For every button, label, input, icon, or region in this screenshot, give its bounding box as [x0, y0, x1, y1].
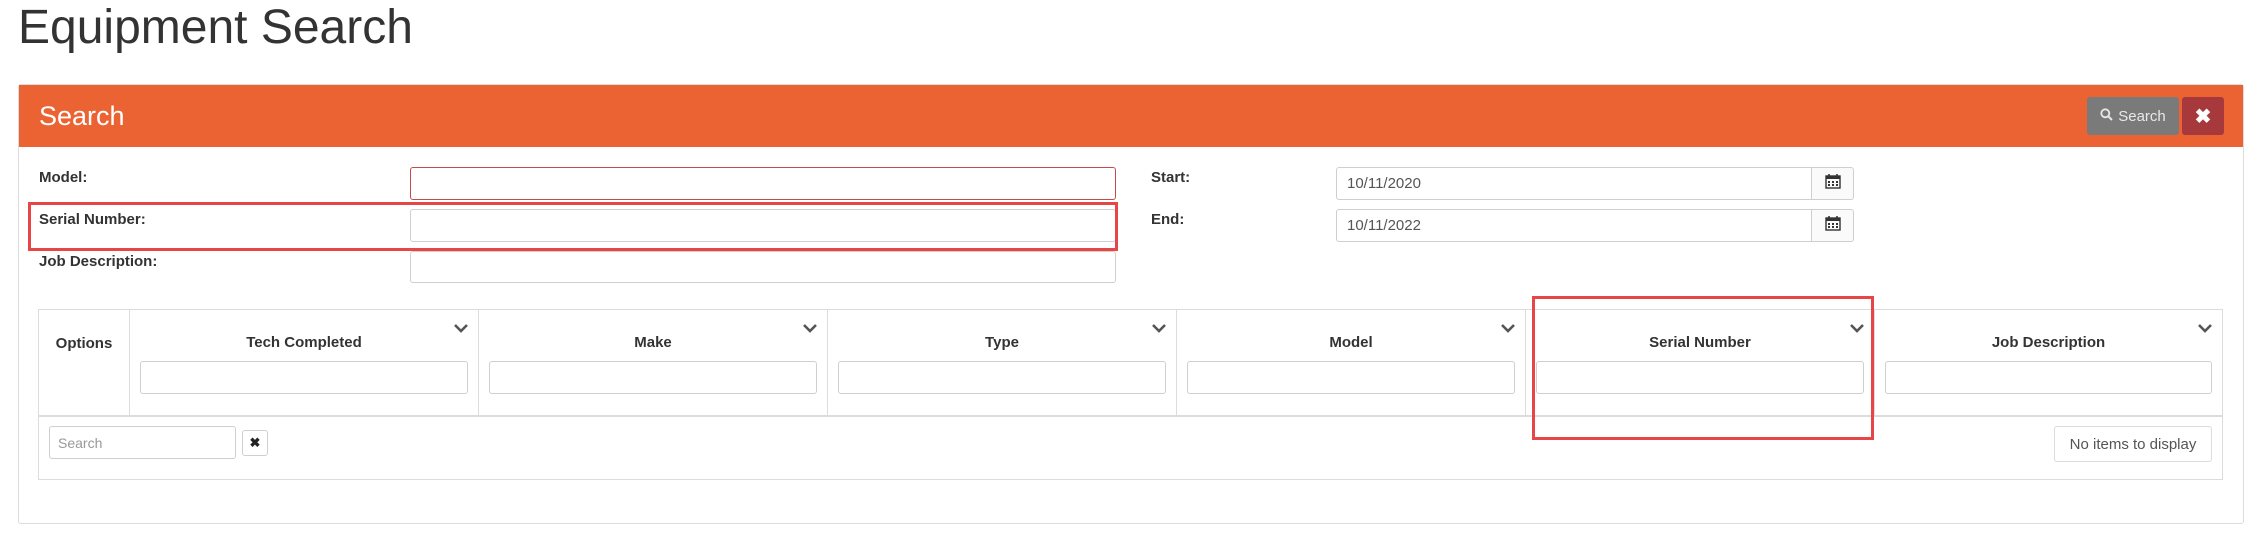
- search-button[interactable]: Search: [2087, 97, 2179, 135]
- model-label: Model:: [39, 169, 88, 186]
- job-description-input[interactable]: [410, 251, 1116, 283]
- close-icon: ✖: [2194, 105, 2212, 128]
- grid-header: Options Tech Completed Make Type Model S…: [39, 310, 2222, 417]
- grid-col-title: Make: [634, 334, 672, 351]
- end-label: End:: [1151, 211, 1185, 228]
- close-icon: ✖: [249, 435, 261, 450]
- grid-col-title: Type: [985, 334, 1019, 351]
- serial-number-label: Serial Number:: [39, 211, 146, 228]
- grid-col-model[interactable]: Model: [1176, 310, 1525, 415]
- grid-col-job-description[interactable]: Job Description: [1874, 310, 2222, 415]
- grid-filter-input[interactable]: [140, 361, 468, 394]
- grid-filter-input[interactable]: [1885, 361, 2212, 394]
- calendar-icon: [1824, 173, 1841, 194]
- job-description-label: Job Description:: [39, 253, 158, 270]
- chevron-down-icon[interactable]: [1501, 320, 1515, 336]
- grid-col-title: Tech Completed: [246, 334, 362, 351]
- chevron-down-icon[interactable]: [1152, 320, 1166, 336]
- search-icon: [2100, 107, 2113, 125]
- grid-col-title: Job Description: [1991, 334, 2106, 351]
- start-calendar-button[interactable]: [1811, 167, 1854, 200]
- chevron-down-icon[interactable]: [803, 320, 817, 336]
- grid-col-type[interactable]: Type: [827, 310, 1176, 415]
- chevron-down-icon[interactable]: [1850, 320, 1864, 336]
- chevron-down-icon[interactable]: [2198, 320, 2212, 336]
- end-calendar-button[interactable]: [1811, 209, 1854, 242]
- grid-search-clear-button[interactable]: ✖: [242, 430, 268, 456]
- search-button-label: Search: [2118, 107, 2166, 125]
- clear-button[interactable]: ✖: [2182, 97, 2224, 135]
- grid-col-make[interactable]: Make: [478, 310, 827, 415]
- start-label: Start:: [1151, 169, 1191, 186]
- grid-col-title: Model: [1329, 334, 1373, 351]
- grid-col-title: Serial Number: [1649, 334, 1751, 351]
- grid-col-options-title: Options: [55, 335, 113, 352]
- page-title: Equipment Search: [18, 1, 413, 54]
- chevron-down-icon[interactable]: [454, 320, 468, 336]
- grid-filter-input[interactable]: [838, 361, 1166, 394]
- end-date-input[interactable]: 10/11/2022: [1336, 209, 1812, 242]
- panel-title: Search: [39, 101, 125, 131]
- grid-col-serial-number[interactable]: Serial Number: [1525, 310, 1874, 415]
- grid-col-options: Options: [39, 310, 129, 415]
- grid-filter-input[interactable]: [1187, 361, 1515, 394]
- grid-filter-input[interactable]: [489, 361, 817, 394]
- results-grid: Options Tech Completed Make Type Model S…: [38, 309, 2223, 480]
- panel-heading: Search Search ✖: [19, 85, 2243, 147]
- model-input[interactable]: [410, 167, 1116, 200]
- calendar-icon: [1824, 215, 1841, 236]
- grid-search-input[interactable]: Search: [49, 426, 236, 459]
- empty-state-message: No items to display: [2054, 426, 2212, 462]
- start-date-input[interactable]: 10/11/2020: [1336, 167, 1812, 200]
- grid-filter-input[interactable]: [1536, 361, 1864, 394]
- grid-col-tech-completed[interactable]: Tech Completed: [129, 310, 478, 415]
- serial-number-input[interactable]: [410, 209, 1116, 242]
